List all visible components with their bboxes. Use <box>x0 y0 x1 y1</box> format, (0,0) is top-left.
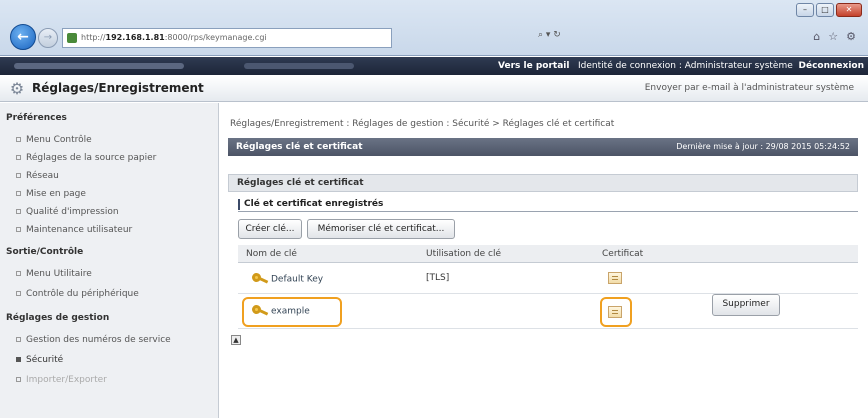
sidebar-item-label: Réglages de la source papier <box>26 153 157 163</box>
col-key-name: Nom de clé <box>246 249 297 259</box>
key-usage-cell: [TLS] <box>426 273 450 283</box>
topbar-links: Vers le portail Identité de connexion : … <box>498 57 864 75</box>
sidebar-item-source-papier[interactable]: Réglages de la source papier <box>16 153 156 163</box>
window-controls: – □ ✕ <box>796 3 862 17</box>
sidebar-category-preferences[interactable]: Préférences <box>6 113 67 123</box>
create-key-button[interactable]: Créer clé... <box>238 219 302 239</box>
sidebar-item-numeros-service[interactable]: Gestion des numéros de service <box>16 335 171 345</box>
sidebar-item-label: Menu Utilitaire <box>26 269 92 279</box>
sidebar-item-label: Réseau <box>26 171 59 181</box>
minimize-button[interactable]: – <box>796 3 814 17</box>
sidebar-item-label: Importer/Exporter <box>26 375 107 385</box>
logout-link[interactable]: Déconnexion <box>799 61 865 71</box>
sidebar-item-label: Gestion des numéros de service <box>26 335 171 345</box>
favicon-icon <box>67 33 77 43</box>
sidebar-item-controle-peripherique[interactable]: Contrôle du périphérique <box>16 289 139 299</box>
identity-label: Identité de connexion : Administrateur s… <box>578 61 793 71</box>
group-title: Clé et certificat enregistrés <box>238 197 858 212</box>
sidebar-item-label: Maintenance utilisateur <box>26 225 133 235</box>
sidebar-item-securite[interactable]: Sécurité <box>16 355 63 365</box>
forward-button[interactable]: → <box>38 28 58 48</box>
url-prefix: http:// <box>81 33 106 42</box>
bullet-icon <box>16 155 21 160</box>
page-titlebar: ⚙ Réglages/Enregistrement Envoyer par e-… <box>0 76 868 102</box>
key-name-link[interactable]: Default Key <box>271 275 323 285</box>
sidebar-item-menu-controle[interactable]: Menu Contrôle <box>16 135 92 145</box>
bullet-icon <box>16 209 21 214</box>
sidebar-category-sortie[interactable]: Sortie/Contrôle <box>6 247 83 257</box>
delete-button[interactable]: Supprimer <box>712 294 780 316</box>
sidebar-item-label: Mise en page <box>26 189 86 199</box>
sidebar-item-importer-exporter[interactable]: Importer/Exporter <box>16 375 107 385</box>
bullet-icon <box>16 271 21 276</box>
page-title: Réglages/Enregistrement <box>32 81 204 95</box>
breadcrumb: Réglages/Enregistrement : Réglages de ge… <box>230 119 615 129</box>
main-content: Réglages/Enregistrement : Réglages de ge… <box>226 103 864 418</box>
address-bar[interactable]: http://192.168.1.81:8000/rps/keymanage.c… <box>62 28 392 48</box>
key-icon <box>252 273 269 285</box>
sidebar: Préférences Menu Contrôle Réglages de la… <box>0 103 219 418</box>
sub-header: Réglages clé et certificat <box>228 174 858 192</box>
bullet-icon <box>16 191 21 196</box>
sidebar-item-label: Contrôle du périphérique <box>26 289 139 299</box>
bullet-icon <box>16 377 21 382</box>
device-name-blurred <box>244 63 354 69</box>
portal-link[interactable]: Vers le portail <box>498 61 569 71</box>
sidebar-item-reseau[interactable]: Réseau <box>16 171 59 181</box>
favorites-icon[interactable]: ☆ <box>828 30 838 43</box>
table-header: Nom de clé Utilisation de clé Certificat <box>238 245 858 263</box>
browser-chrome: – □ ✕ ← → http://192.168.1.81:8000/rps/k… <box>0 0 868 56</box>
portal-topbar: Vers le portail Identité de connexion : … <box>0 57 868 75</box>
col-key-usage: Utilisation de clé <box>426 249 502 259</box>
key-name-cell[interactable]: Default Key <box>252 273 323 285</box>
bullet-icon <box>16 173 21 178</box>
mail-admin-link[interactable]: Envoyer par e-mail à l'administrateur sy… <box>645 83 854 93</box>
bullet-icon <box>16 291 21 296</box>
table-row: Default Key [TLS] <box>238 264 858 294</box>
highlight-key-name <box>242 297 342 327</box>
memorize-key-button[interactable]: Mémoriser clé et certificat... <box>307 219 455 239</box>
sidebar-item-label: Menu Contrôle <box>26 135 92 145</box>
url-host: 192.168.1.81 <box>105 33 165 42</box>
url-path: :8000/rps/keymanage.cgi <box>164 33 267 42</box>
sidebar-item-qualite[interactable]: Qualité d'impression <box>16 207 119 217</box>
bullet-icon <box>16 227 21 232</box>
sidebar-item-mise-en-page[interactable]: Mise en page <box>16 189 86 199</box>
bullet-icon <box>16 357 21 362</box>
maximize-button[interactable]: □ <box>816 3 834 17</box>
sidebar-item-menu-utilitaire[interactable]: Menu Utilitaire <box>16 269 92 279</box>
last-update: Dernière mise à jour : 29/08 2015 05:24:… <box>676 142 850 151</box>
highlight-certificate <box>600 297 632 327</box>
col-certificate: Certificat <box>602 249 644 259</box>
settings-icon[interactable]: ⚙ <box>846 30 856 43</box>
product-name-blurred <box>14 63 184 69</box>
sidebar-item-maintenance[interactable]: Maintenance utilisateur <box>16 225 132 235</box>
certificate-icon[interactable] <box>608 272 622 284</box>
back-button[interactable]: ← <box>10 24 36 50</box>
sidebar-item-label: Sécurité <box>26 355 64 365</box>
section-title: Réglages clé et certificat <box>236 142 363 152</box>
close-button[interactable]: ✕ <box>836 3 862 17</box>
sidebar-item-label: Qualité d'impression <box>26 207 119 217</box>
address-tools[interactable]: ⌕ ▾ ↻ <box>538 30 561 40</box>
bullet-icon <box>16 337 21 342</box>
gear-icon: ⚙ <box>9 79 25 98</box>
sidebar-category-gestion[interactable]: Réglages de gestion <box>6 313 109 323</box>
section-header: Réglages clé et certificat Dernière mise… <box>228 138 858 156</box>
collapse-icon[interactable]: ▲ <box>231 335 241 345</box>
home-icon[interactable]: ⌂ <box>813 30 820 43</box>
browser-tools: ⌂ ☆ ⚙ <box>813 30 856 43</box>
bullet-icon <box>16 137 21 142</box>
